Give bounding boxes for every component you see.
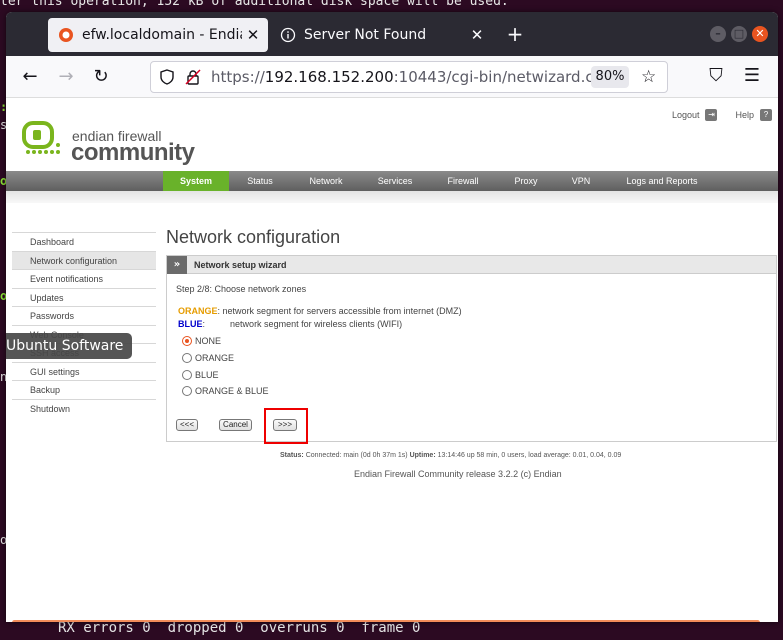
menu-proxy[interactable]: Proxy [506,171,546,191]
radio-orange[interactable] [182,353,192,363]
logout-icon[interactable]: ⇥ [705,109,718,121]
cancel-button[interactable]: Cancel [219,419,252,431]
back-step-button[interactable]: <<< [176,419,198,431]
zoom-level[interactable]: 80% [591,66,629,88]
zone-orange-description: network segment for servers accessible f… [222,306,462,316]
network-setup-wizard: » Network setup wizard Step 2/8: Choose … [166,255,777,442]
endian-favicon-icon [59,28,73,42]
help-link[interactable]: Help [735,110,754,120]
menu-system[interactable]: System [163,171,229,191]
tab-server-not-found[interactable]: Server Not Found ✕ [270,18,492,52]
tab-bar: efw.localdomain - Endian ✕ Server Not Fo… [6,12,778,56]
zone-blue-description: network segment for wireless clients (WI… [230,319,403,329]
endian-logo-icon [22,121,60,154]
endian-page: endian firewall community Logout ⇥ Help … [6,99,778,622]
new-tab-button[interactable]: + [504,24,526,46]
logout-link[interactable]: Logout [672,110,700,120]
sidebar-item-dashboard[interactable]: Dashboard [12,232,156,251]
close-tab-icon[interactable]: ✕ [466,26,488,44]
minimize-icon[interactable]: – [710,26,726,42]
option-label: BLUE [195,370,219,380]
forward-button[interactable]: → [54,65,78,89]
sidebar-item-backup[interactable]: Backup [12,380,156,399]
logo-text-bottom: community [71,139,195,166]
back-button[interactable]: ← [18,65,42,89]
browser-window: efw.localdomain - Endian ✕ Server Not Fo… [6,12,778,622]
page-title: Network configuration [166,227,341,247]
navigation-toolbar: ← → ↻ https://192.168.152.200:10443/cgi-… [6,56,778,98]
menu-logs-and-reports[interactable]: Logs and Reports [618,171,706,191]
option-label: ORANGE [195,353,235,363]
terminal-top-line: ter this operation, 152 kB of additional… [0,0,509,9]
status-line: Status: Connected: main (0d 0h 37m 1s) U… [280,452,622,459]
insecure-lock-icon[interactable] [185,69,201,85]
wizard-header: » Network setup wizard [167,256,776,274]
menu-submenu-strip [6,191,778,203]
url-text: https://192.168.152.200:10443/cgi-bin/ne… [211,68,608,86]
double-chevron-icon: » [167,256,187,274]
menu-network[interactable]: Network [302,171,350,191]
option-none[interactable]: NONE [182,335,221,347]
close-window-icon[interactable]: ✕ [752,26,768,42]
menu-firewall[interactable]: Firewall [440,171,486,191]
zone-orange-name: ORANGE [178,306,218,316]
sidebar-item-shutdown[interactable]: Shutdown [12,398,156,418]
shield-icon[interactable] [159,69,175,85]
bookmark-star-icon[interactable]: ☆ [641,67,656,87]
maximize-icon[interactable]: □ [731,26,747,42]
option-label: NONE [195,336,222,346]
footer-text: Endian Firewall Community release 3.2.2 … [354,469,562,479]
info-icon [280,27,296,43]
sidebar: Dashboard Network configuration Event no… [12,232,156,417]
sidebar-item-network-configuration[interactable]: Network configuration [12,250,156,269]
radio-blue[interactable] [182,370,192,380]
zone-orange-row: ORANGE: network segment for servers acce… [178,306,462,316]
step-text: Step 2/8: Choose network zones [176,284,307,294]
ubuntu-software-tooltip: Ubuntu Software [6,333,132,359]
radio-none[interactable] [182,336,192,346]
radio-orange-and-blue[interactable] [182,386,192,396]
reload-button[interactable]: ↻ [89,65,113,89]
option-blue[interactable]: BLUE [182,369,219,381]
zone-blue-row: BLUE: network segment for wireless clien… [178,319,403,329]
close-tab-icon[interactable]: ✕ [242,26,264,44]
help-icon[interactable]: ? [760,109,772,121]
top-links: Logout ⇥ Help ? [672,109,772,121]
sidebar-item-event-notifications[interactable]: Event notifications [12,269,156,288]
sidebar-item-passwords[interactable]: Passwords [12,306,156,325]
menu-icon[interactable]: ☰ [742,66,762,86]
tab-title: efw.localdomain - Endian [82,27,242,43]
sidebar-item-updates[interactable]: Updates [12,287,156,307]
main-menu: System Status Network Services Firewall … [6,171,778,191]
zone-blue-name: BLUE [178,319,203,329]
menu-services[interactable]: Services [370,171,420,191]
option-orange[interactable]: ORANGE [182,352,234,364]
tab-title: Server Not Found [304,27,427,43]
tab-efw[interactable]: efw.localdomain - Endian ✕ [48,18,268,52]
menu-status[interactable]: Status [238,171,282,191]
option-orange-and-blue[interactable]: ORANGE & BLUE [182,385,269,397]
horizontal-scrollbar[interactable] [12,620,760,622]
option-label: ORANGE & BLUE [195,386,269,396]
wizard-title: Network setup wizard [194,260,287,270]
terminal-bottom-line: RX errors 0 dropped 0 overruns 0 frame 0 [58,620,421,636]
highlight-box [264,408,308,444]
sidebar-item-gui-settings[interactable]: GUI settings [12,361,156,381]
pocket-icon[interactable]: ⛉ [706,66,726,86]
menu-vpn[interactable]: VPN [564,171,598,191]
url-bar[interactable]: https://192.168.152.200:10443/cgi-bin/ne… [150,61,668,93]
